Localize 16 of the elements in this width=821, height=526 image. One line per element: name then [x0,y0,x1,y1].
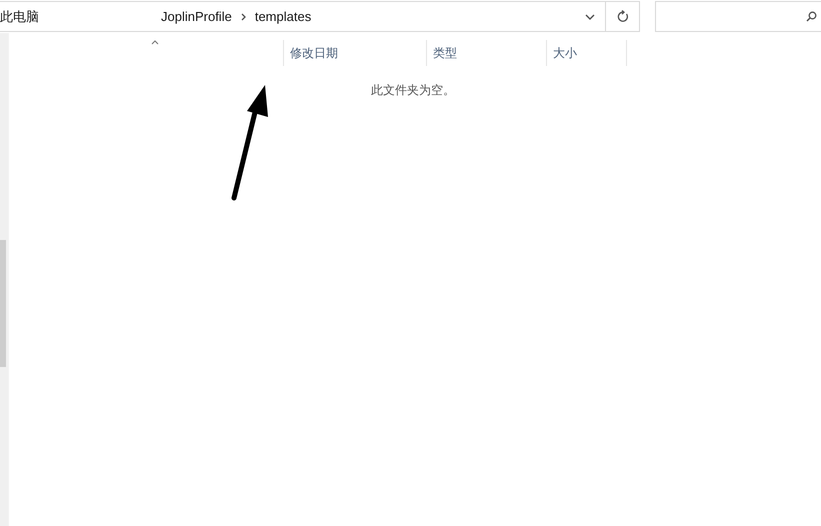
scrollbar[interactable] [0,33,9,526]
column-header[interactable]: 类型 [427,40,547,66]
sort-caret-icon [151,40,159,45]
empty-message: 此文件夹为空。 [370,82,456,99]
breadcrumb[interactable]: JoplinProfile [158,9,235,24]
chevron-down-icon [585,14,595,20]
search-field[interactable] [655,1,821,32]
breadcrumb[interactable]: templates [252,9,314,24]
address-bar[interactable]: 此电脑 JoplinProfile templates [0,1,640,32]
breadcrumb[interactable]: 此电脑 [0,8,42,26]
chevron-icon [240,12,246,20]
scrollbar-thumb[interactable] [0,240,6,367]
column-header[interactable]: 修改日期 [284,40,427,66]
search-icon [806,11,817,22]
refresh-icon [616,10,628,23]
column-header[interactable]: 大小 [547,40,627,66]
